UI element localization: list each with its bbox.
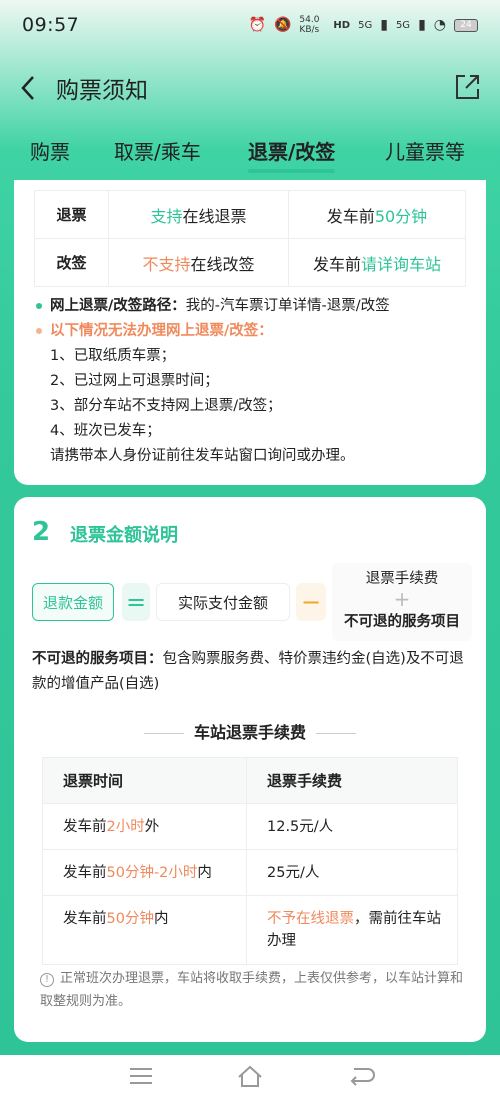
table-row: 改签 不支持在线改签 发车前请详询车站 [34, 238, 466, 287]
col-refund-fee: 退票手续费 [246, 757, 458, 804]
bullet-dot [36, 328, 42, 334]
formula-deductions: 退票手续费 + 不可退的服务项目 [332, 563, 472, 641]
menu-icon[interactable] [126, 1063, 156, 1089]
formula-equals: = [122, 583, 150, 621]
status-time: 09:57 [22, 14, 80, 36]
signal-bars-icon-2: ▮ [418, 17, 426, 33]
signal-bars-icon: ▮ [380, 17, 388, 33]
tab-children[interactable]: 儿童票等 [385, 136, 465, 165]
back-nav-icon[interactable] [346, 1063, 376, 1089]
net-speed: 54.0 KB/s [299, 15, 320, 35]
formula-minus: − [296, 583, 326, 621]
page-title: 购票须知 [56, 78, 148, 104]
chevron-left-icon [21, 76, 34, 100]
tab-purchase[interactable]: 购票 [30, 136, 70, 165]
refund-formula: 退款金额 = 实际支付金额 − 退票手续费 + 不可退的服务项目 [32, 559, 472, 641]
formula-nonrefundable: 不可退的服务项目 [344, 614, 460, 630]
list-item: 2、已过网上可退票时间； [50, 373, 219, 389]
refund-amount-card: 2 退票金额说明 退款金额 = 实际支付金额 − 退票手续费 + 不可退的服务项… [14, 497, 486, 1042]
col-refund-time: 退票时间 [42, 757, 247, 804]
system-nav-bar [0, 1055, 500, 1097]
station-fee-heading: 车站退票手续费 [14, 719, 486, 743]
battery-icon: 24 [454, 18, 478, 32]
list-item: 4、班次已发车； [50, 423, 161, 439]
formula-plus: + [393, 587, 411, 611]
rule-refund-time: 发车前50分钟 [288, 190, 466, 239]
section-number: 2 [32, 517, 51, 547]
table-row: 退票 支持在线退票 发车前50分钟 [34, 190, 466, 239]
share-icon[interactable] [452, 72, 482, 102]
rule-change-online: 不支持在线改签 [108, 238, 289, 287]
tab-pickup[interactable]: 取票/乘车 [114, 136, 201, 165]
bullet-dot [36, 303, 42, 309]
nonrefundable-desc: 不可退的服务项目：包含购票服务费、特价票违约金(自选)及不可退款的增值产品(自选… [32, 651, 464, 692]
rule-key-refund: 退票 [34, 190, 109, 239]
notes-footer: 请携带本人身份证前往发车站窗口询问或办理。 [50, 448, 355, 464]
page-header: 购票须知 [0, 58, 500, 118]
rule-key-change: 改签 [34, 238, 109, 287]
table-row: 发车前2小时外 12.5元/人 [42, 803, 458, 850]
rule-change-time: 发车前请详询车站 [288, 238, 466, 287]
wifi-icon: ◔ [433, 17, 446, 33]
list-item: 3、部分车站不支持网上退票/改签； [50, 398, 282, 414]
table-row: 发车前50分钟-2小时内 25元/人 [42, 849, 458, 896]
hd-icon: HD [333, 19, 351, 31]
formula-refund-amount: 退款金额 [32, 583, 114, 621]
refund-notes: 网上退票/改签路径：我的-汽车票订单详情-退票/改签 以下情况无法办理网上退票/… [36, 294, 476, 469]
mute-icon: 🔕 [273, 17, 292, 33]
tab-refund[interactable]: 退票/改签 [248, 136, 336, 173]
station-fee-table: 退票时间 退票手续费 发车前2小时外 12.5元/人 发车前50分钟-2小时内 … [42, 757, 458, 965]
tab-bar: 购票 取票/乘车 退票/改签 儿童票等 [0, 130, 500, 175]
signal-5g-1: 5G [358, 19, 373, 31]
table-header-row: 退票时间 退票手续费 [42, 757, 458, 804]
formula-fee: 退票手续费 [365, 571, 439, 587]
section-title: 退票金额说明 [70, 525, 178, 546]
table-row: 发车前50分钟内 不予在线退票，需前往车站办理 [42, 895, 458, 965]
rules-table: 退票 支持在线退票 发车前50分钟 改签 不支持在线改签 发车前请详询车站 [34, 190, 466, 287]
alarm-icon: ⏰ [248, 17, 266, 33]
formula-paid-amount: 实际支付金额 [156, 583, 290, 621]
status-bar: 09:57 ⏰ 🔕 54.0 KB/s HD 5G ▮ 5G ▮ ◔ 24 [0, 0, 500, 50]
status-icons: ⏰ 🔕 54.0 KB/s HD 5G ▮ 5G ▮ ◔ 24 [249, 15, 478, 35]
fee-disclaimer: ! 正常班次办理退票，车站将收取手续费，上表仅供参考，以车站计算和取整规则为准。 [40, 971, 464, 1009]
rule-refund-online: 支持在线退票 [108, 190, 289, 239]
home-icon[interactable] [235, 1063, 265, 1089]
list-item: 1、已取纸质车票； [50, 348, 176, 364]
signal-5g-2: 5G [395, 19, 411, 31]
refund-rules-card: 退票 支持在线退票 发车前50分钟 改签 不支持在线改签 发车前请详询车站 网上… [14, 180, 486, 485]
back-button[interactable] [0, 58, 56, 118]
info-icon: ! [40, 973, 54, 987]
